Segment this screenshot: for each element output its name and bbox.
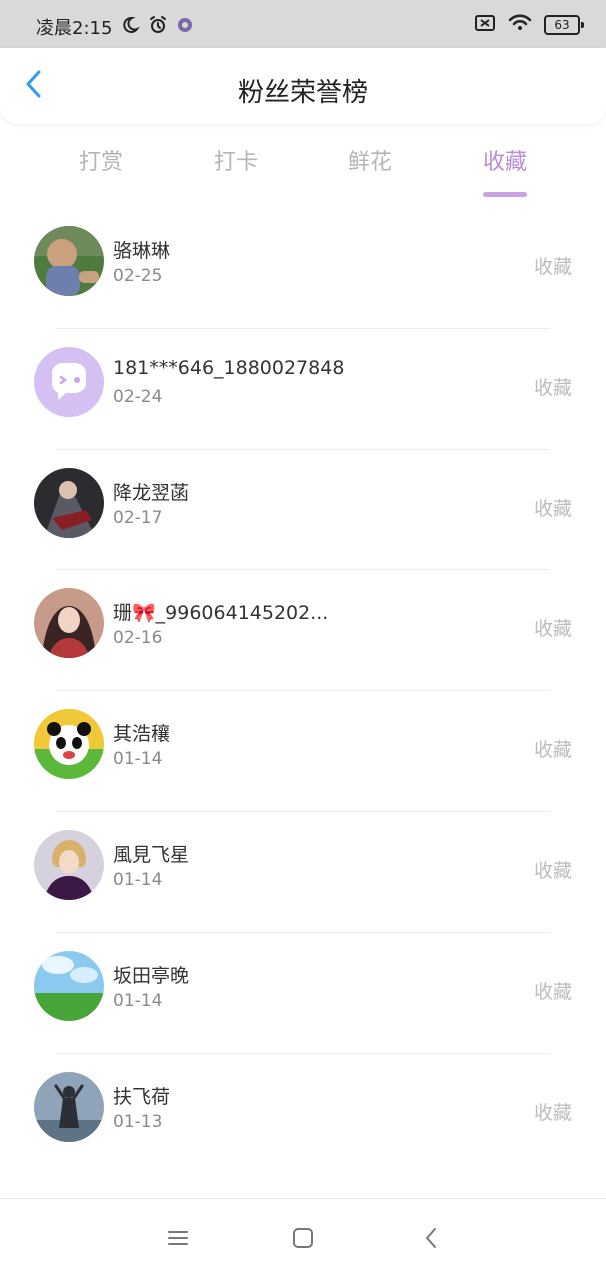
date-label: 01-14 <box>113 990 163 1011</box>
moon-icon <box>120 15 141 40</box>
list-item[interactable]: 骆琳琳 02-25 收藏 <box>0 208 606 329</box>
tab-flowers[interactable]: 鲜花 <box>315 144 425 188</box>
tab-label: 收藏 <box>482 150 527 175</box>
user-name: 扶飞荷 <box>113 1085 171 1108</box>
date-label: 02-17 <box>113 507 163 528</box>
menu-icon <box>167 1229 189 1251</box>
user-name: 珊🎀_996064145202... <box>113 602 329 625</box>
list-item[interactable]: 降龙翌菡 02-17 收藏 <box>0 450 606 571</box>
date-label: 01-14 <box>113 749 163 770</box>
sim-off-icon <box>474 14 496 36</box>
home-square-icon <box>292 1227 314 1253</box>
menu-button[interactable] <box>163 1225 193 1255</box>
action-tag: 收藏 <box>533 859 572 882</box>
avatar <box>34 829 104 900</box>
chevron-left-icon <box>424 1227 438 1253</box>
list-item[interactable]: 其浩穰 01-14 收藏 <box>0 691 606 812</box>
wifi-icon <box>508 14 532 36</box>
date-label: 02-24 <box>113 386 163 407</box>
action-tag: 收藏 <box>533 1101 572 1124</box>
tab-reward[interactable]: 打赏 <box>46 144 156 188</box>
action-tag: 收藏 <box>533 739 572 762</box>
list-item[interactable]: 珊🎀_996064145202... 02-16 收藏 <box>0 570 606 692</box>
tab-favorites[interactable]: 收藏 <box>450 144 560 197</box>
system-nav-bar <box>0 1198 606 1281</box>
avatar <box>34 950 104 1021</box>
tab-underline <box>214 192 258 197</box>
user-name: 坂田亭晚 <box>113 964 190 987</box>
status-bar: 凌晨2:15 63 <box>0 0 606 48</box>
date-label: 02-16 <box>113 628 163 649</box>
user-name: 風見飞星 <box>113 843 190 866</box>
date-label: 01-14 <box>113 869 163 890</box>
action-tag: 收藏 <box>533 980 572 1003</box>
date-label: 02-25 <box>113 266 163 286</box>
tab-underline-active <box>483 192 527 197</box>
tab-bar: 打赏 打卡 鲜花 收藏 <box>0 134 606 204</box>
tab-underline <box>348 192 392 197</box>
avatar <box>34 467 104 538</box>
tab-label: 打卡 <box>213 150 258 175</box>
action-tag: 收藏 <box>533 256 572 278</box>
list-item[interactable]: 坂田亭晚 01-14 收藏 <box>0 933 606 1054</box>
tab-label: 打赏 <box>78 150 123 175</box>
page-title: 粉丝荣誉榜 <box>237 78 368 108</box>
alarm-clock-icon <box>148 15 168 40</box>
avatar <box>34 588 104 659</box>
action-tag: 收藏 <box>533 618 572 641</box>
status-left: 凌晨2:15 <box>36 14 194 40</box>
status-time: 凌晨2:15 <box>36 18 113 39</box>
avatar <box>34 346 104 417</box>
avatar <box>34 226 104 296</box>
action-tag: 收藏 <box>533 376 572 399</box>
tab-checkin[interactable]: 打卡 <box>181 144 291 188</box>
home-button[interactable] <box>288 1225 318 1255</box>
back-nav-button[interactable] <box>416 1225 446 1255</box>
tab-label: 鲜花 <box>347 150 392 175</box>
avatar <box>34 1071 104 1142</box>
user-name: 骆琳琳 <box>113 240 171 262</box>
status-right: 63 <box>474 14 584 36</box>
header: 粉丝荣誉榜 <box>0 48 606 124</box>
date-label: 01-13 <box>113 1111 163 1132</box>
fan-list: 骆琳琳 02-25 收藏 181***646_1880027848 02-24 … <box>0 208 606 1174</box>
user-name: 其浩穰 <box>113 723 171 746</box>
list-item[interactable]: 扶飞荷 01-13 收藏 <box>0 1054 606 1175</box>
user-name: 降龙翌菡 <box>113 481 190 504</box>
battery-level: 63 <box>554 18 570 32</box>
battery-icon: 63 <box>544 15 584 35</box>
user-name: 181***646_1880027848 <box>113 356 345 379</box>
list-item[interactable]: 181***646_1880027848 02-24 收藏 <box>0 329 606 450</box>
action-tag: 收藏 <box>533 497 572 520</box>
avatar <box>34 709 104 780</box>
list-item[interactable]: 風見飞星 01-14 收藏 <box>0 812 606 933</box>
app-notification-icon <box>176 16 194 39</box>
tab-underline <box>79 192 123 197</box>
